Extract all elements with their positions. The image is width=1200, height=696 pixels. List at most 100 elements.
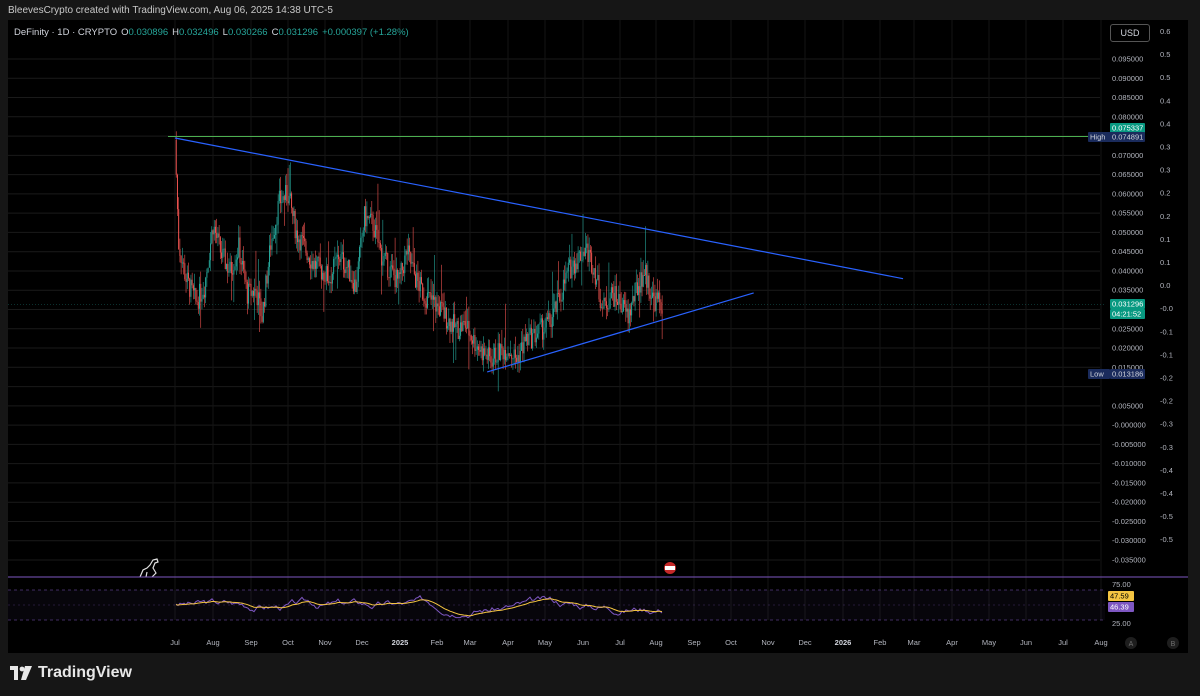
candle [194, 288, 196, 291]
legend-high-label: H [172, 27, 180, 38]
price-axis-label: 0.070000 [1112, 151, 1143, 160]
candle [311, 261, 313, 269]
candle [645, 265, 647, 276]
time-axis-label: Nov [318, 638, 332, 647]
candle [181, 262, 183, 264]
candle [426, 292, 428, 308]
candle [544, 327, 546, 333]
candle [582, 251, 584, 261]
price-axis-label: 0.035000 [1112, 286, 1143, 295]
candle [524, 336, 526, 342]
candle [475, 349, 477, 351]
candle [322, 272, 324, 280]
time-axis-label: Aug [206, 638, 219, 647]
candle [589, 249, 591, 253]
candle [216, 232, 218, 238]
candle [382, 261, 384, 266]
candle [519, 350, 521, 363]
candle [293, 211, 295, 217]
candle [650, 297, 652, 299]
legend-high-value: 0.032496 [179, 27, 219, 38]
candle [267, 266, 269, 284]
time-axis-label: Apr [946, 638, 958, 647]
candle [473, 335, 475, 344]
rsi-value-tag: 47.59 [1110, 592, 1129, 601]
candle [410, 251, 412, 264]
candle [559, 293, 561, 301]
right-axis-label: 0.5 [1160, 73, 1170, 82]
price-axis-label: 0.080000 [1112, 112, 1143, 121]
candle [628, 309, 630, 324]
candle [593, 268, 595, 275]
candle [653, 292, 655, 297]
candle [608, 308, 610, 310]
candle [583, 251, 585, 256]
candle [614, 286, 616, 307]
candle [539, 322, 541, 325]
time-axis-label: Nov [761, 638, 775, 647]
candle [521, 342, 523, 351]
candle [278, 190, 280, 202]
candle [607, 308, 609, 310]
candle [280, 190, 282, 204]
right-axis-label: -0.4 [1160, 489, 1173, 498]
candle [512, 358, 514, 360]
right-axis-label: 0.1 [1160, 235, 1170, 244]
candle [218, 233, 220, 238]
time-axis-label: Jun [577, 638, 589, 647]
time-axis-label: Dec [355, 638, 369, 647]
candle [303, 236, 305, 238]
candle [620, 303, 622, 313]
candle [205, 277, 207, 298]
candle [565, 272, 567, 284]
candle [393, 268, 395, 276]
candle [371, 213, 373, 216]
candle [437, 303, 439, 307]
candle [636, 282, 638, 296]
candle [378, 242, 380, 244]
candle [264, 301, 266, 307]
candle [436, 303, 438, 312]
candle [496, 361, 498, 363]
candle [400, 263, 402, 274]
candle [639, 286, 641, 293]
price-axis-label: -0.020000 [1112, 498, 1146, 507]
time-axis-label: Feb [874, 638, 887, 647]
time-axis-label: Dec [798, 638, 812, 647]
candle [569, 259, 571, 263]
tradingview-logo[interactable]: TradingView [10, 664, 132, 682]
dinosaur-icon[interactable] [139, 558, 159, 578]
candle [594, 268, 596, 285]
candle [471, 340, 473, 344]
candle [381, 248, 383, 266]
currency-button[interactable]: USD [1110, 24, 1150, 42]
candle [479, 350, 481, 352]
high-price-tag: 0.075337 [1112, 124, 1143, 133]
candle [399, 272, 401, 274]
time-axis-label: Apr [502, 638, 514, 647]
candle [533, 328, 535, 334]
candle [518, 355, 520, 363]
candle [183, 262, 185, 264]
time-axis-label: Oct [725, 638, 738, 647]
candle [613, 292, 615, 307]
price-axis-label: 0.025000 [1112, 324, 1143, 333]
candle [355, 279, 357, 293]
candle [441, 302, 443, 303]
candle [632, 296, 634, 304]
candle [206, 272, 208, 278]
chart-svg[interactable]: 0.095000 0.090000 0.085000 0.080000 0.070000… [0, 0, 1200, 696]
candle [324, 281, 326, 282]
candle [517, 355, 519, 362]
candle [484, 348, 486, 355]
candle [377, 229, 379, 243]
candle [449, 318, 451, 332]
candle [576, 263, 578, 270]
candle [413, 263, 415, 275]
candle [428, 292, 430, 293]
candle [305, 241, 307, 253]
candle [560, 300, 562, 302]
candle [190, 279, 192, 297]
price-axis-label: 0.055000 [1112, 209, 1143, 218]
candle [376, 225, 378, 230]
